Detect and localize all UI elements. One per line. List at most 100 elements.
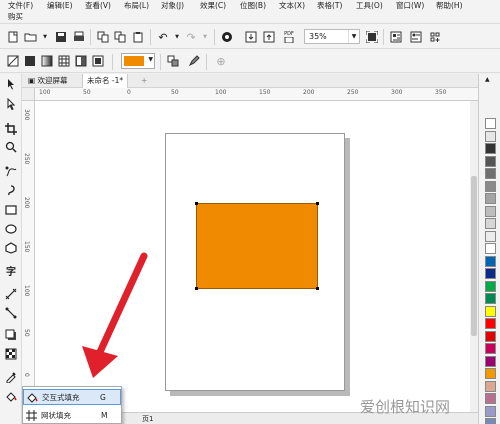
palette-swatch[interactable] [485,405,496,417]
print-icon[interactable] [72,30,86,44]
palette-swatch[interactable] [485,343,496,354]
vertical-scrollbar[interactable] [470,101,478,412]
palette-swatch[interactable] [485,418,496,424]
tab-welcome[interactable]: ▣ 欢迎屏幕 [24,74,71,88]
selection-handle[interactable] [195,287,198,290]
palette-scroll-up-icon[interactable]: ▲ [485,76,490,83]
palette-swatch[interactable] [485,255,496,267]
rectangle-tool-icon[interactable] [4,203,18,217]
artistic-media-icon[interactable] [4,183,18,197]
flyout-item-mesh-fill[interactable]: 网状填充 M [23,407,121,423]
text-tool-icon[interactable]: 字 [4,263,18,278]
bitmap-pattern-fill-icon[interactable] [74,54,88,68]
selection-handle[interactable] [316,202,319,205]
crop-tool-icon[interactable] [4,122,18,136]
menu-help[interactable]: 帮助(H) [436,0,463,11]
menu-layout[interactable]: 布局(L) [124,0,149,11]
palette-swatch[interactable] [485,143,496,154]
menu-object[interactable]: 对象(J) [161,0,184,11]
menu-edit[interactable]: 编辑(E) [47,0,73,11]
freehand-tool-icon[interactable] [4,164,18,178]
ellipse-tool-icon[interactable] [4,222,18,236]
options-icon[interactable] [409,30,423,44]
copy-fill-icon[interactable] [166,54,180,68]
add-node-icon[interactable]: ⊕ [214,54,228,68]
redo-dropdown-icon[interactable]: ▼ [198,30,212,44]
open-dropdown-icon[interactable]: ▼ [38,30,52,44]
menu-view[interactable]: 查看(V) [85,0,111,11]
transparency-tool-icon[interactable] [4,347,18,361]
vector-pattern-fill-icon[interactable] [57,54,71,68]
parallel-dimension-icon[interactable] [4,287,18,301]
connector-tool-icon[interactable] [4,306,18,320]
save-icon[interactable] [54,30,68,44]
eyedropper-tool-icon[interactable] [4,370,18,384]
full-screen-icon[interactable] [365,30,379,44]
palette-swatch[interactable] [485,130,496,142]
palette-swatch[interactable] [485,268,496,279]
application-launcher-icon[interactable] [428,30,442,44]
palette-swatch[interactable] [485,180,496,192]
menu-window[interactable]: 窗口(W) [396,0,424,11]
open-folder-icon[interactable] [24,30,38,44]
palette-swatch[interactable] [485,368,496,379]
redo-icon[interactable]: ↷ [184,30,198,44]
tab-document[interactable]: 未命名 -1* [82,74,129,88]
palette-swatch[interactable] [485,318,496,329]
palette-swatch[interactable] [485,243,496,254]
polygon-tool-icon[interactable] [4,241,18,255]
postscript-fill-icon[interactable] [91,54,105,68]
cut-icon[interactable] [96,30,110,44]
palette-swatch[interactable] [485,218,496,229]
horizontal-ruler[interactable]: 100 50 0 50 100 150 200 250 300 350 [35,88,478,101]
page-tab-label[interactable]: 页1 [142,414,153,424]
menu-table[interactable]: 表格(T) [317,0,342,11]
palette-swatch[interactable] [485,330,496,342]
export-icon[interactable] [262,30,276,44]
uniform-fill-icon[interactable] [23,54,37,68]
selection-handle[interactable] [195,202,198,205]
new-document-icon[interactable] [6,30,20,44]
palette-swatch[interactable] [485,230,496,242]
palette-swatch[interactable] [485,193,496,204]
search-content-icon[interactable] [220,30,234,44]
fill-color-picker[interactable]: ▼ [121,53,155,69]
palette-swatch[interactable] [485,155,496,167]
tab-add[interactable]: + [137,74,151,88]
menu-text[interactable]: 文本(X) [279,0,305,11]
orange-rectangle[interactable] [196,203,318,289]
fountain-fill-icon[interactable] [40,54,54,68]
palette-swatch[interactable] [485,393,496,404]
flyout-item-interactive-fill[interactable]: 交互式填充 G [23,389,121,405]
palette-swatch[interactable] [485,168,496,179]
scrollbar-thumb[interactable] [471,176,477,336]
palette-swatch[interactable] [485,280,496,292]
selection-handle[interactable] [316,287,319,290]
menu-file[interactable]: 文件(F) [8,0,33,11]
menu-buy[interactable]: 购买 [8,11,23,22]
snap-to-icon[interactable] [389,30,403,44]
publish-pdf-icon[interactable]: PDF [282,30,296,44]
drop-shadow-tool-icon[interactable] [4,328,18,342]
palette-swatch[interactable] [485,118,496,129]
import-icon[interactable] [244,30,258,44]
undo-icon[interactable]: ↶ [156,30,170,44]
no-fill-icon[interactable] [6,54,20,68]
zoom-level-field[interactable]: 35% ▼ [304,29,360,44]
menu-effects[interactable]: 效果(C) [200,0,226,11]
menu-bitmap[interactable]: 位图(B) [240,0,266,11]
ruler-origin[interactable] [22,88,35,101]
chevron-down-icon[interactable]: ▼ [348,30,359,43]
palette-swatch[interactable] [485,205,496,217]
pick-tool-icon[interactable] [4,77,18,91]
vertical-ruler[interactable]: 300 250 200 150 100 50 0 [22,101,35,412]
menu-tools[interactable]: 工具(O) [356,0,383,11]
zoom-tool-icon[interactable] [4,140,18,154]
undo-dropdown-icon[interactable]: ▼ [170,30,184,44]
copy-icon[interactable] [113,30,127,44]
palette-swatch[interactable] [485,305,496,317]
edit-fill-icon[interactable] [187,54,201,68]
paste-icon[interactable] [131,30,145,44]
palette-swatch[interactable] [485,293,496,304]
palette-swatch[interactable] [485,380,496,392]
